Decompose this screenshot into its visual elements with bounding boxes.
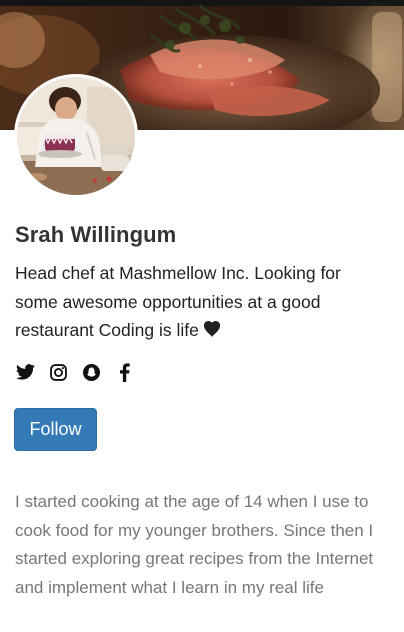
twitter-icon[interactable] xyxy=(15,362,35,382)
heart-icon xyxy=(202,318,222,347)
facebook-icon[interactable] xyxy=(114,362,134,382)
instagram-icon[interactable] xyxy=(48,362,68,382)
profile-about: I started cooking at the age of 14 when … xyxy=(15,492,374,597)
profile-name: Srah Willingum xyxy=(15,222,177,247)
snapchat-icon[interactable] xyxy=(81,362,101,382)
follow-button[interactable]: Follow xyxy=(14,408,97,451)
profile-avatar xyxy=(14,74,138,198)
profile-bio: Head chef at Mashmellow Inc. Looking for… xyxy=(15,259,375,347)
profile-bio-text: Head chef at Mashmellow Inc. Looking for… xyxy=(15,263,341,340)
social-links xyxy=(15,362,134,382)
